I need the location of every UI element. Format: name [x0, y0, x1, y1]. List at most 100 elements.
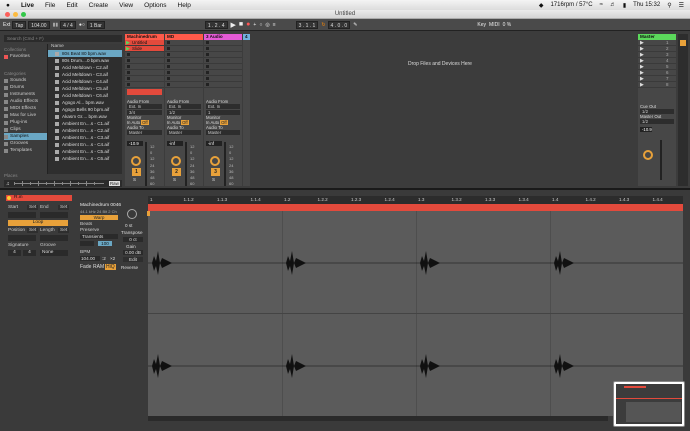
list-item[interactable]: Acid Meltdown - C2.aif — [48, 64, 122, 71]
overdub-icon[interactable]: + — [253, 22, 256, 28]
list-item[interactable]: Ambient En....s - C5.aif — [48, 148, 122, 155]
loop-brace[interactable] — [148, 204, 683, 211]
set-end-button[interactable]: Set — [58, 205, 70, 210]
reverse-button[interactable]: Reverse — [121, 265, 138, 270]
signature-numerator-field[interactable]: 4 — [8, 250, 21, 256]
stop-clip-icon[interactable] — [127, 59, 130, 62]
stop-clip-icon[interactable] — [206, 71, 209, 74]
sidebar-item-audio-effects[interactable]: Audio Effects — [4, 98, 47, 105]
scene-slot[interactable]: ▶ 8 — [638, 82, 676, 88]
length-field[interactable] — [40, 235, 68, 241]
track-volume-field[interactable]: -inf — [206, 141, 222, 146]
edit-button[interactable]: Edit — [123, 257, 143, 262]
track-header[interactable]: 4 — [243, 34, 250, 40]
track-volume-field[interactable]: -inf — [167, 141, 183, 146]
zoom-window-icon[interactable] — [21, 12, 26, 17]
battery-icon[interactable]: ▮ — [623, 2, 626, 9]
signature-denominator-field[interactable]: 4 — [23, 250, 36, 256]
position-field[interactable] — [8, 235, 36, 241]
loop-switch-icon[interactable]: ↻ — [321, 22, 325, 28]
transient-loop-select[interactable] — [80, 241, 94, 246]
close-window-icon[interactable] — [5, 12, 10, 17]
list-item[interactable]: Ambient En....s - C3.aif — [48, 134, 122, 141]
output-select[interactable]: Master — [127, 130, 162, 135]
list-item[interactable]: Ambient En....s - C6.aif — [48, 155, 122, 162]
transient-envelope-field[interactable]: 100 — [98, 241, 112, 246]
song-position-field[interactable]: 1 . 2 . 4 — [204, 20, 228, 29]
ext-sync-button[interactable]: Ext — [3, 22, 10, 28]
stop-clip-icon[interactable] — [127, 77, 130, 80]
sidebar-item-plug-ins[interactable]: Plug-ins — [4, 119, 47, 126]
list-item[interactable]: Agogo Bells 90 bpm.aif — [48, 106, 122, 113]
start-marker[interactable] — [147, 211, 150, 216]
clock[interactable]: Thu 15:32 — [633, 2, 660, 8]
track-stop-button[interactable] — [167, 89, 201, 95]
stop-clip-icon[interactable] — [167, 83, 170, 86]
stop-clip-icon[interactable] — [206, 53, 209, 56]
pan-knob[interactable] — [171, 156, 181, 166]
midi-map-button[interactable]: MIDI — [489, 22, 500, 28]
set-length-button[interactable]: Set — [58, 228, 70, 233]
sidebar-item-favorites[interactable]: Favorites — [4, 53, 47, 60]
list-item[interactable]: Acid Meltdown - C5.aif — [48, 85, 122, 92]
menu-options[interactable]: Options — [144, 2, 166, 9]
drop-files-message[interactable]: Drop Files and Devices Here — [250, 61, 630, 67]
stop-clip-icon[interactable] — [206, 77, 209, 80]
stop-clip-icon[interactable] — [127, 65, 130, 68]
menu-file[interactable]: File — [45, 2, 55, 9]
volume-icon[interactable]: ♬ — [610, 2, 616, 8]
menu-live[interactable]: Live — [21, 2, 34, 9]
clip-slot[interactable] — [204, 82, 242, 88]
stop-clip-icon[interactable] — [167, 77, 170, 80]
sidebar-item-grooves[interactable]: Grooves — [4, 140, 47, 147]
raw-button[interactable]: Raw — [109, 181, 120, 186]
clip-activator-icon[interactable] — [7, 196, 11, 200]
track-stop-button[interactable] — [206, 89, 240, 95]
stop-clip-icon[interactable] — [127, 71, 130, 74]
list-item[interactable]: Acid Meltdown - C6.aif — [48, 92, 122, 99]
sidebar-item-sounds[interactable]: Sounds — [4, 77, 47, 84]
menu-view[interactable]: View — [119, 2, 133, 9]
solo-button[interactable]: S — [173, 177, 176, 182]
minimize-window-icon[interactable] — [13, 12, 18, 17]
list-item[interactable]: 80s Drum....0 bpm.wav — [48, 57, 122, 64]
input-type-select[interactable]: Ext. In — [167, 104, 201, 109]
loop-button[interactable]: Loop — [8, 220, 68, 226]
browser-search-input[interactable]: Search (Cmd + F) — [4, 35, 122, 42]
quantization-select[interactable]: 1 Bar — [86, 20, 105, 29]
stop-clip-icon[interactable] — [167, 65, 170, 68]
loop-start-field[interactable]: 3 . 1 . 1 — [295, 20, 319, 29]
search-icon[interactable]: ⚲ — [667, 2, 671, 9]
menu-help[interactable]: Help — [178, 2, 191, 9]
nudge-icon[interactable]: ▮▮ — [53, 22, 59, 28]
screenshot-thumbnail[interactable] — [613, 381, 685, 427]
metronome-icon[interactable]: ●○ — [79, 22, 85, 28]
tempo-field[interactable]: 104.00 — [28, 20, 50, 29]
master-pan-knob[interactable] — [643, 150, 653, 160]
list-item[interactable]: Acid Meltdown - C3.aif — [48, 71, 122, 78]
sidebar-item-instruments[interactable]: Instruments — [4, 91, 47, 98]
ram-button[interactable]: RAM — [93, 264, 104, 270]
stop-clip-icon[interactable] — [167, 59, 170, 62]
sidebar-item-clips[interactable]: Clips — [4, 126, 47, 133]
tap-tempo-button[interactable]: Tap — [12, 20, 27, 29]
fan-status[interactable]: 1716rpm / 57°C — [550, 2, 592, 8]
gain-field[interactable]: 0.00 dB — [123, 250, 143, 255]
track-activator-button[interactable]: 2 — [172, 168, 181, 176]
stop-clip-icon[interactable] — [206, 83, 209, 86]
list-item[interactable]: 80s Beat 80 bpm.wav — [48, 50, 122, 57]
draw-mode-icon[interactable]: ✎ — [353, 22, 357, 28]
horizontal-scrollbar[interactable] — [148, 416, 608, 421]
master-out-select[interactable]: 1/2 — [640, 119, 674, 124]
stop-clip-icon[interactable] — [167, 47, 170, 50]
sidebar-item-samples[interactable]: Samples — [4, 133, 47, 140]
track-activator-button[interactable]: 3 — [211, 168, 220, 176]
stop-icon[interactable]: ■ — [239, 21, 243, 28]
input-type-select[interactable]: Ext. In — [206, 104, 240, 109]
menu-list-icon[interactable]: ☰ — [679, 2, 684, 9]
menu-create[interactable]: Create — [89, 2, 109, 9]
headphone-icon[interactable]: ♫ — [6, 181, 10, 187]
stop-clip-icon[interactable] — [206, 65, 209, 68]
fade-button[interactable]: Fade — [80, 264, 91, 270]
list-item[interactable]: Ambient En....s - C2.aif — [48, 127, 122, 134]
